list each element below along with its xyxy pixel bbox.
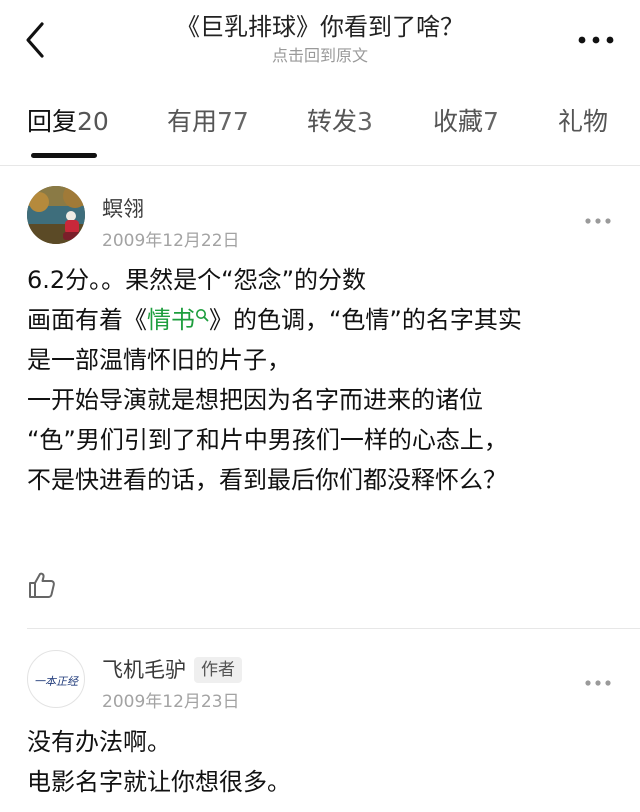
tab-gifts[interactable]: 礼物 [558, 102, 608, 138]
comment-line: 不是快进看的话，看到最后你们都没释怀么？ [27, 466, 507, 494]
comment-line: 电影名字就让你想很多。 [27, 768, 291, 796]
more-horizontal-icon [578, 36, 614, 44]
movie-link[interactable]: 情书 [147, 306, 209, 334]
chevron-left-icon [26, 22, 44, 58]
back-button[interactable] [18, 18, 54, 62]
thumbs-up-icon [29, 572, 55, 598]
comment-line: 6.2分。。果然是个“怨念”的分数 [27, 266, 367, 294]
comment-line: 没有办法啊。 [27, 728, 171, 756]
tab-favorites[interactable]: 收藏7 [433, 102, 499, 138]
tab-label: 回复 [27, 107, 78, 136]
comment-body: 没有办法啊。 电影名字就让你想很多。 [27, 722, 627, 802]
comment-line: “色”男们引到了和片中男孩们一样的心态上， [27, 426, 508, 454]
comment-date: 2009年12月23日 [102, 692, 240, 712]
tab-label: 转发 [307, 107, 358, 136]
author-name: 飞机毛驴 [102, 658, 186, 682]
tab-count: 77 [217, 107, 249, 136]
comment-line: 一开始导演就是想把因为名字而进来的诸位 [27, 386, 483, 414]
avatar[interactable] [27, 186, 85, 244]
movie-link-text: 情书 [147, 306, 195, 334]
comment-text: 画面有着《 [27, 306, 147, 334]
avatar-text: 一本正经 [34, 675, 79, 688]
more-horizontal-icon [585, 218, 611, 224]
comment-author[interactable]: 螟翎 [102, 193, 144, 223]
tab-useful[interactable]: 有用77 [167, 102, 249, 138]
comment-line: 是一部温情怀旧的片子， [27, 346, 291, 374]
comment-text: 》的色调，“色情”的名字其实 [209, 306, 522, 334]
comment-more-button[interactable] [584, 212, 612, 224]
comment-line: 画面有着《情书 》的色调，“色情”的名字其实 [27, 300, 627, 340]
search-icon [196, 309, 209, 322]
more-options-button[interactable] [576, 28, 616, 52]
tab-label: 收藏 [433, 107, 484, 136]
active-tab-indicator [31, 153, 97, 158]
tab-count: 3 [357, 107, 373, 136]
tab-count: 7 [483, 107, 499, 136]
avatar[interactable]: 一本正经 [27, 650, 85, 708]
more-horizontal-icon [585, 680, 611, 686]
tab-replies[interactable]: 回复20 [27, 102, 109, 138]
back-to-original-link[interactable]: 点击回到原文 [90, 45, 550, 67]
title-block: 《巨乳排球》你看到了啥？ 点击回到原文 [90, 12, 550, 67]
avatar-photo-icon [27, 186, 85, 244]
tab-label: 礼物 [558, 107, 609, 136]
comment-divider [27, 628, 640, 629]
comment-body: 6.2分。。果然是个“怨念”的分数 画面有着《情书 》的色调，“色情”的名字其实 … [27, 260, 627, 500]
tab-label: 有用 [167, 107, 218, 136]
tab-count: 20 [77, 107, 109, 136]
comment-more-button[interactable] [584, 674, 612, 686]
tabs-divider [0, 165, 640, 166]
author-badge: 作者 [194, 657, 242, 683]
tab-reposts[interactable]: 转发3 [307, 102, 373, 138]
comment-author[interactable]: 飞机毛驴 作者 [102, 654, 242, 684]
avatar-calligraphy-icon: 一本正经 [34, 675, 79, 688]
tab-bar: 回复20 有用77 转发3 收藏7 礼物 [0, 98, 640, 162]
comment-date: 2009年12月22日 [102, 231, 240, 251]
page-title: 《巨乳排球》你看到了啥？ [176, 13, 464, 41]
like-button[interactable] [27, 570, 57, 600]
top-bar: 《巨乳排球》你看到了啥？ 点击回到原文 [0, 0, 640, 82]
